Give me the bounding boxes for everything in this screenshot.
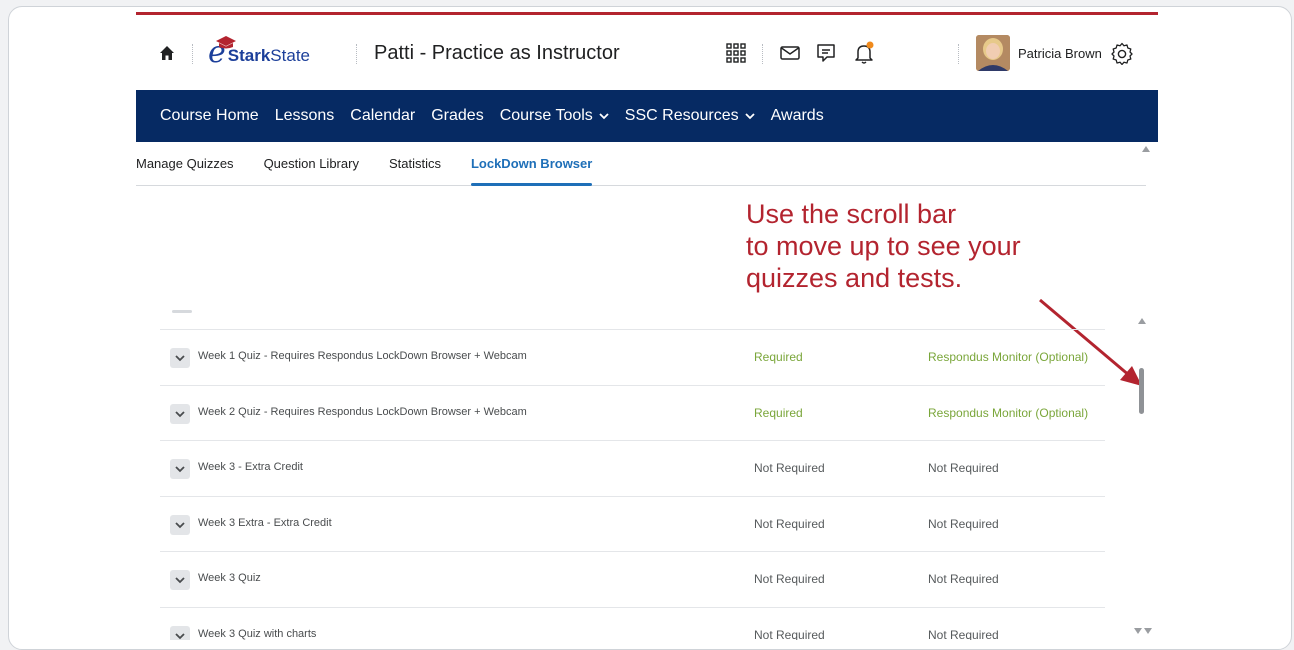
nav-calendar[interactable]: Calendar	[350, 107, 415, 125]
gear-icon[interactable]	[1110, 41, 1134, 65]
graduation-cap-icon	[216, 36, 236, 49]
nav-course-home[interactable]: Course Home	[160, 107, 259, 125]
nav-lessons[interactable]: Lessons	[275, 107, 335, 125]
annotation-line: quizzes and tests.	[746, 263, 963, 293]
lockdown-status: Not Required	[754, 461, 825, 475]
header-separator	[762, 44, 763, 64]
header: e StarkState Patti - Practice as Instruc…	[136, 15, 1158, 90]
header-separator	[356, 44, 357, 64]
table-row: Week 3 Extra - Extra Credit Not Required…	[160, 496, 1105, 552]
chevron-down-icon	[175, 465, 185, 472]
tab-question-library[interactable]: Question Library	[264, 142, 359, 185]
monitor-status: Not Required	[928, 628, 999, 640]
table-row: Week 2 Quiz - Requires Respondus LockDow…	[160, 385, 1105, 441]
quiz-title: Week 3 Quiz with charts	[198, 628, 317, 640]
annotation-line: to move up to see your	[746, 231, 1021, 261]
lockdown-status: Required	[754, 350, 803, 364]
tab-manage-quizzes[interactable]: Manage Quizzes	[136, 142, 234, 185]
chevron-down-icon	[175, 521, 185, 528]
starkstate-logo[interactable]: e StarkState	[208, 35, 310, 71]
chevron-down-icon	[175, 410, 185, 417]
nav-awards[interactable]: Awards	[771, 107, 824, 125]
monitor-status: Not Required	[928, 461, 999, 475]
table-row: Week 3 Quiz Not Required Not Required	[160, 551, 1105, 607]
nav-ssc-resources[interactable]: SSC Resources	[625, 107, 755, 125]
home-icon[interactable]	[159, 45, 175, 61]
annotation-line: Use the scroll bar	[746, 199, 957, 229]
chevron-down-icon	[175, 632, 185, 639]
quiz-subtabs: Manage Quizzes Question Library Statisti…	[136, 142, 1146, 186]
expand-toggle[interactable]	[170, 515, 190, 535]
course-title[interactable]: Patti - Practice as Instructor	[374, 42, 620, 65]
expand-toggle[interactable]	[170, 404, 190, 424]
expand-toggle[interactable]	[170, 570, 190, 590]
chevron-down-icon	[175, 354, 185, 361]
tab-statistics[interactable]: Statistics	[389, 142, 441, 185]
quiz-title: Week 1 Quiz - Requires Respondus LockDow…	[198, 350, 527, 362]
header-separator	[192, 44, 193, 64]
collapse-handle[interactable]	[172, 310, 192, 313]
expand-toggle[interactable]	[170, 459, 190, 479]
inner-scroll-up-arrow[interactable]	[1138, 318, 1146, 324]
table-row: Week 3 - Extra Credit Not Required Not R…	[160, 440, 1105, 496]
nav-course-tools[interactable]: Course Tools	[500, 107, 609, 125]
monitor-status: Respondus Monitor (Optional)	[928, 406, 1089, 420]
monitor-status: Respondus Monitor (Optional)	[928, 350, 1089, 364]
quiz-title: Week 3 Quiz	[198, 572, 261, 584]
expand-toggle[interactable]	[170, 348, 190, 368]
bell-icon[interactable]	[852, 41, 876, 65]
chevron-down-icon	[599, 112, 609, 119]
table-row: Week 3 Quiz with charts Not Required Not…	[160, 607, 1105, 640]
annotation-callout: Use the scroll bar to move up to see you…	[746, 198, 1076, 294]
lockdown-quiz-table: Week 1 Quiz - Requires Respondus LockDow…	[160, 300, 1105, 640]
monitor-status: Not Required	[928, 517, 999, 531]
scrollbar-thumb[interactable]	[1139, 368, 1144, 414]
nav-grades[interactable]: Grades	[431, 107, 483, 125]
tab-lockdown-browser[interactable]: LockDown Browser	[470, 142, 593, 186]
course-navbar: Course Home Lessons Calendar Grades Cour…	[136, 90, 1158, 142]
chat-icon[interactable]	[814, 41, 838, 65]
mail-icon[interactable]	[778, 41, 802, 65]
quiz-title: Week 2 Quiz - Requires Respondus LockDow…	[198, 406, 527, 418]
chevron-down-icon	[175, 576, 185, 583]
logo-text: StarkState	[227, 46, 310, 65]
waffle-grid-icon[interactable]	[724, 41, 748, 65]
scroll-down-arrows[interactable]	[1134, 628, 1152, 634]
chevron-down-icon	[744, 112, 755, 119]
table-row: Week 1 Quiz - Requires Respondus LockDow…	[160, 329, 1105, 385]
lockdown-status: Required	[754, 406, 803, 420]
quiz-title: Week 3 - Extra Credit	[198, 461, 303, 473]
lockdown-status: Not Required	[754, 572, 825, 586]
quiz-title: Week 3 Extra - Extra Credit	[198, 517, 332, 529]
expand-toggle[interactable]	[170, 626, 190, 640]
lockdown-status: Not Required	[754, 628, 825, 640]
avatar[interactable]	[976, 35, 1010, 71]
page-scroll-up-arrow[interactable]	[1142, 146, 1150, 152]
user-name[interactable]: Patricia Brown	[1018, 46, 1102, 61]
header-separator	[958, 44, 959, 64]
lockdown-status: Not Required	[754, 517, 825, 531]
monitor-status: Not Required	[928, 572, 999, 586]
